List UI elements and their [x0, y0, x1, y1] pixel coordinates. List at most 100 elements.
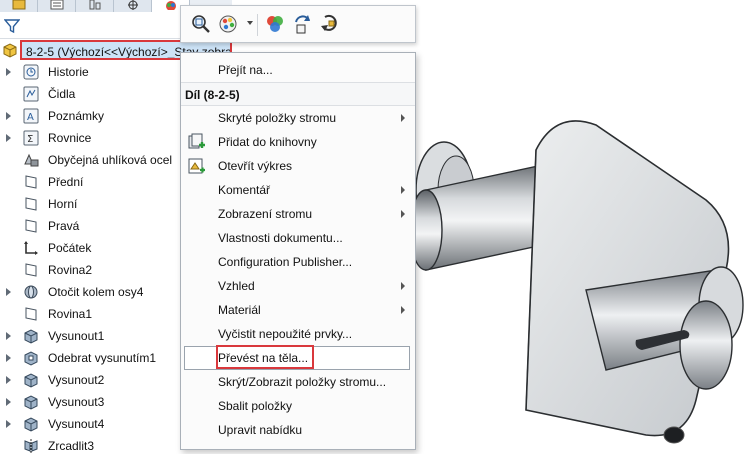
submenu-arrow-icon — [401, 282, 405, 290]
menu-item-label: Upravit nabídku — [218, 423, 303, 437]
plane-icon — [25, 263, 37, 277]
extrude-icon — [24, 373, 38, 388]
expand-arrow-icon[interactable] — [6, 112, 11, 120]
menu-section-header: Díl (8-2-5) — [181, 82, 415, 106]
expand-arrow-icon[interactable] — [6, 376, 11, 384]
menu-header-label: Díl (8-2-5) — [185, 88, 240, 102]
tree-item-label: Rovina1 — [48, 307, 93, 321]
tree-item-label: Obyčejná uhlíková ocel — [48, 153, 173, 167]
menu-item-label: Přidat do knihovny — [218, 135, 317, 149]
menu-item[interactable]: Zobrazení stromu — [181, 202, 415, 226]
origin-icon — [24, 241, 38, 255]
zoom-to-selection-icon[interactable] — [189, 12, 213, 36]
tree-item-label: Počátek — [48, 241, 92, 255]
tree-item-label: Vysunout3 — [48, 395, 105, 409]
menu-item-label: Materiál — [218, 303, 261, 317]
menu-item-label: Skrýt/Zobrazit položky stromu... — [218, 375, 387, 389]
extrude-icon — [24, 329, 38, 344]
display-manager-icon — [166, 1, 176, 10]
plane-icon — [25, 197, 37, 211]
tree-item-label: Vysunout1 — [48, 329, 105, 343]
graphics-viewport[interactable] — [409, 40, 750, 454]
plane-icon — [25, 307, 37, 321]
expand-arrow-icon[interactable] — [6, 398, 11, 406]
appearance-dropdown-arrow[interactable] — [247, 21, 253, 25]
menu-item[interactable]: Upravit nabídku — [181, 418, 415, 442]
tree-item-label: Pravá — [48, 219, 80, 233]
tab-property-manager[interactable] — [38, 0, 76, 12]
annotations-icon: A — [23, 108, 39, 124]
rebuild-icon[interactable] — [291, 12, 315, 36]
extrude-icon — [24, 417, 38, 432]
tab-feature-manager[interactable] — [0, 0, 38, 12]
menu-item[interactable]: Skrýt/Zobrazit položky stromu... — [181, 370, 415, 394]
feature-manager-icon — [12, 0, 26, 10]
configuration-manager-icon — [89, 0, 101, 10]
context-menu: Přejít na... Díl (8-2-5) Skryté položky st… — [180, 52, 416, 450]
open-drawing-icon — [188, 158, 205, 174]
menu-item[interactable]: Skryté položky stromu — [181, 106, 415, 130]
svg-text:Σ: Σ — [27, 134, 33, 145]
part-model-render — [409, 120, 744, 444]
tree-item-label: Zrcadlit3 — [48, 439, 95, 453]
submenu-arrow-icon — [401, 210, 405, 218]
tree-item-label: Vysunout4 — [48, 417, 105, 431]
menu-item[interactable]: Otevřít výkres — [181, 154, 415, 178]
menu-item-label: Zobrazení stromu — [218, 207, 313, 221]
svg-text:A: A — [27, 112, 34, 123]
menu-item[interactable]: Komentář — [181, 178, 415, 202]
property-manager-icon — [50, 0, 64, 10]
submenu-arrow-icon — [401, 306, 405, 314]
cut-extrude-icon — [24, 351, 38, 366]
expand-arrow-icon[interactable] — [6, 134, 11, 142]
menu-item[interactable]: Vyčistit nepoužité prvky... — [181, 322, 415, 346]
expand-arrow-icon[interactable] — [6, 332, 11, 340]
history-icon — [23, 64, 39, 80]
menu-item-label: Přejít na... — [218, 63, 273, 77]
color-scheme-icon[interactable] — [263, 12, 287, 36]
filter-icon[interactable] — [4, 18, 20, 34]
menu-item-label: Vlastnosti dokumentu... — [218, 231, 343, 245]
menu-item[interactable]: Přidat do knihovny — [181, 130, 415, 154]
tree-item-label: Horní — [48, 197, 78, 211]
menu-item-label: Vzhled — [218, 279, 255, 293]
sensors-icon — [23, 86, 39, 102]
menu-item-label: Sbalit položky — [218, 399, 293, 413]
menu-item[interactable]: Materiál — [181, 298, 415, 322]
plane-icon — [25, 175, 37, 189]
menu-item[interactable]: Vzhled — [181, 274, 415, 298]
tree-item-label: Historie — [48, 65, 89, 79]
tree-item-label: Vysunout2 — [48, 373, 105, 387]
menu-item[interactable]: Configuration Publisher... — [181, 250, 415, 274]
revolve-icon — [24, 285, 38, 299]
part-icon — [3, 43, 17, 58]
expand-arrow-icon[interactable] — [6, 354, 11, 362]
menu-item-label: Převést na těla... — [218, 351, 309, 365]
menu-item[interactable]: Přejít na... — [181, 58, 415, 82]
menu-item[interactable]: Převést na těla... — [181, 345, 415, 370]
mirror-icon — [24, 439, 38, 453]
plane-icon — [25, 219, 37, 233]
submenu-arrow-icon — [401, 186, 405, 194]
menu-item-label: Configuration Publisher... — [218, 255, 353, 269]
menu-item[interactable]: Vlastnosti dokumentu... — [181, 226, 415, 250]
tab-configuration-manager[interactable] — [76, 0, 114, 12]
expand-arrow-icon[interactable] — [6, 288, 11, 296]
menu-item-label: Vyčistit nepoužité prvky... — [218, 327, 353, 341]
tab-dimxpert[interactable] — [114, 0, 152, 12]
appearance-icon[interactable] — [217, 12, 241, 36]
menu-item-label: Skryté položky stromu — [218, 111, 337, 125]
tree-item-label: Přední — [48, 175, 84, 189]
submenu-arrow-icon — [401, 114, 405, 122]
tree-item-label: Odebrat vysunutím1 — [48, 351, 157, 365]
equations-icon: Σ — [23, 130, 39, 146]
expand-arrow-icon[interactable] — [6, 68, 11, 76]
tree-item-label: Rovnice — [48, 131, 92, 145]
tree-item-label: Poznámky — [48, 109, 105, 123]
expand-arrow-icon[interactable] — [6, 420, 11, 428]
menu-item-label: Otevřít výkres — [218, 159, 293, 173]
tree-item-label: Otočit kolem osy4 — [48, 285, 144, 299]
rollback-icon[interactable] — [319, 12, 343, 36]
menu-item[interactable]: Sbalit položky — [181, 394, 415, 418]
tree-item-label: Čidla — [48, 87, 76, 101]
